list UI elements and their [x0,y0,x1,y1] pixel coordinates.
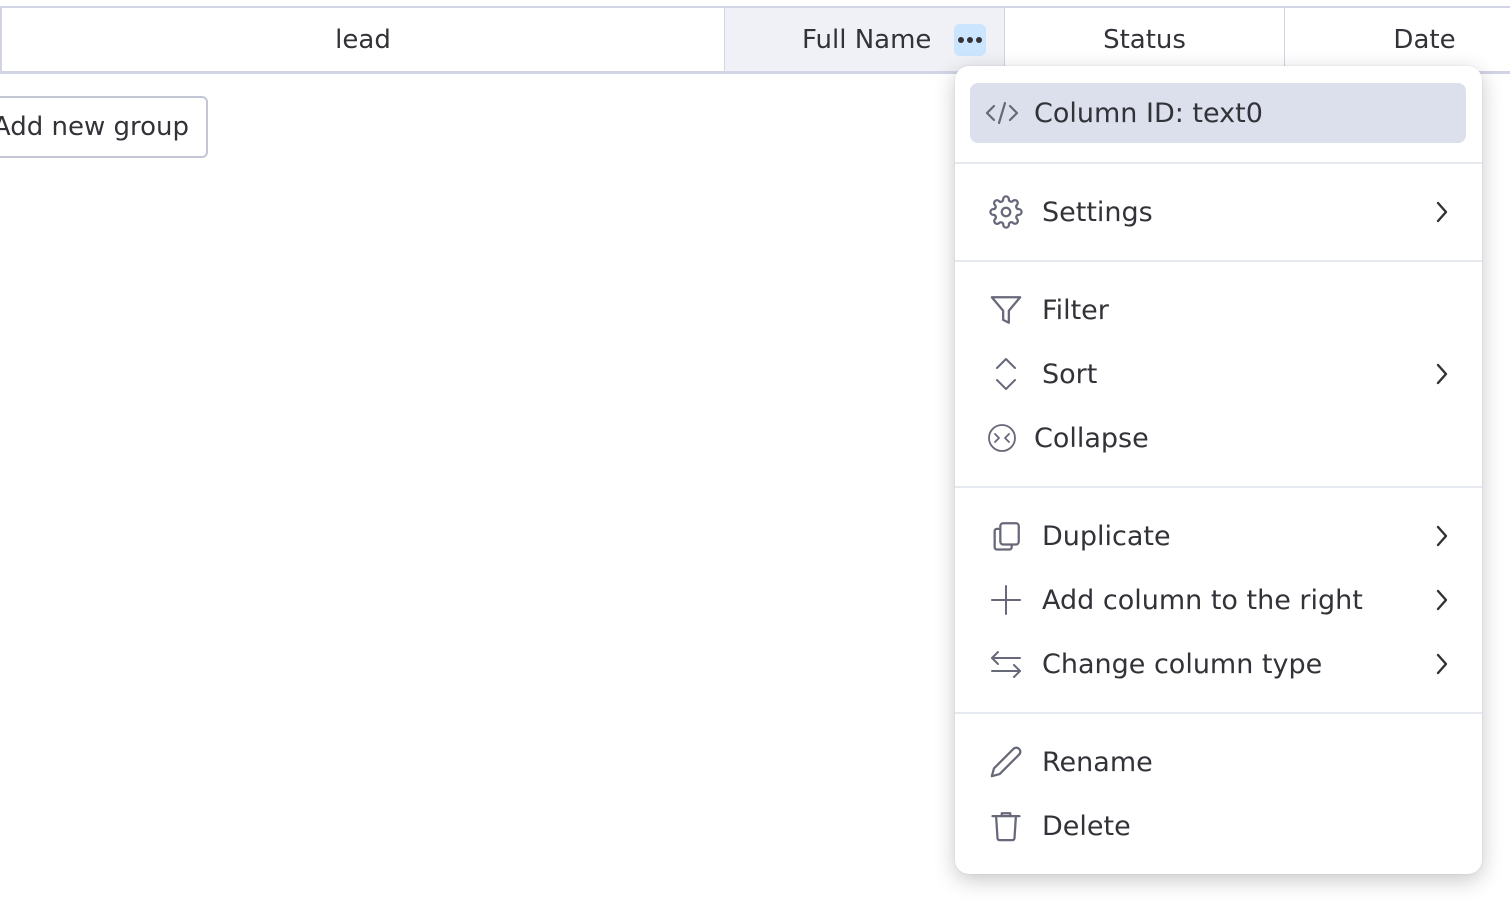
column-header-date[interactable]: Date [1285,8,1510,71]
menu-item-label: Change column type [1042,648,1323,680]
menu-item-label: Rename [1042,746,1153,778]
menu-item-label: Delete [1042,810,1131,842]
collapse-icon [984,420,1020,456]
menu-item-filter[interactable]: Filter [970,280,1466,340]
table-header-row: lead Full Name Status Date [0,6,1510,74]
menu-item-sort[interactable]: Sort [970,344,1466,404]
menu-divider [955,162,1482,164]
swap-arrows-icon [988,646,1024,682]
menu-item-label: Filter [1042,294,1109,326]
menu-item-column-id[interactable]: Column ID: text0 [970,83,1466,143]
chevron-right-icon [1428,650,1456,678]
trash-icon [988,808,1024,844]
menu-item-settings[interactable]: Settings [970,182,1466,242]
menu-item-label: Settings [1042,196,1153,228]
more-dot [958,37,964,43]
column-header-label: Status [1103,24,1186,55]
menu-item-add-column-right[interactable]: Add column to the right [970,570,1466,630]
more-dot [967,37,973,43]
copy-icon [988,518,1024,554]
chevron-right-icon [1428,198,1456,226]
menu-item-label: Collapse [1034,422,1149,454]
column-header-label: Date [1393,24,1456,55]
pencil-icon [988,744,1024,780]
column-header-label: Full Name [802,24,932,55]
menu-item-label: Sort [1042,358,1098,390]
board-page: lead Full Name Status Date Add new group [0,0,1510,900]
menu-item-delete[interactable]: Delete [970,796,1466,856]
gear-icon [988,194,1024,230]
menu-item-change-column-type[interactable]: Change column type [970,634,1466,694]
menu-item-label: Duplicate [1042,520,1171,552]
column-header-lead[interactable]: lead [0,8,725,71]
chevron-right-icon [1428,586,1456,614]
column-menu-button[interactable] [954,24,986,56]
add-new-group-label: Add new group [0,112,189,142]
column-options-menu: Column ID: text0 Settings Filter Sort Co… [955,66,1482,874]
more-dot [976,37,982,43]
add-new-group-button[interactable]: Add new group [0,96,208,158]
menu-item-label: Add column to the right [1042,584,1363,616]
menu-divider [955,486,1482,488]
chevron-right-icon [1428,360,1456,388]
column-header-label: lead [335,24,391,55]
column-header-status[interactable]: Status [1005,8,1285,71]
filter-icon [988,292,1024,328]
menu-item-label: Column ID: text0 [1034,97,1263,129]
menu-item-collapse[interactable]: Collapse [970,408,1466,468]
plus-icon [988,582,1024,618]
menu-divider [955,260,1482,262]
chevron-right-icon [1428,522,1456,550]
menu-item-duplicate[interactable]: Duplicate [970,506,1466,566]
menu-divider [955,712,1482,714]
sort-icon [988,356,1024,392]
menu-item-rename[interactable]: Rename [970,732,1466,792]
code-icon [984,95,1020,131]
